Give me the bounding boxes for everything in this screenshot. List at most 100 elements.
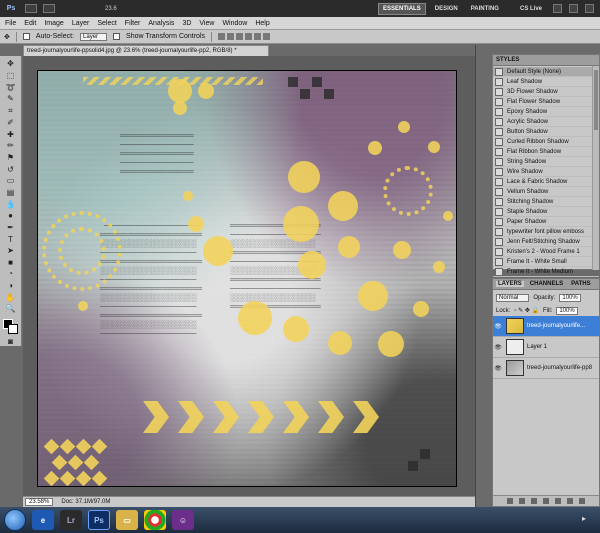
workspace-essentials[interactable]: ESSENTIALS: [378, 2, 426, 15]
internet-explorer-icon[interactable]: e: [32, 510, 54, 530]
style-item[interactable]: Acrylic Shadow: [493, 117, 599, 127]
workspace-design[interactable]: DESIGN: [431, 4, 462, 14]
pen-tool-icon[interactable]: ✒: [3, 223, 19, 233]
visibility-eye-icon[interactable]: 👁: [493, 365, 503, 372]
layer-mask-icon[interactable]: [531, 498, 537, 504]
delete-layer-icon[interactable]: [579, 498, 585, 504]
style-item[interactable]: Epoxy Shadow: [493, 107, 599, 117]
cs-live-button[interactable]: CS Live: [516, 4, 546, 14]
tab-paths[interactable]: PATHS: [569, 281, 592, 287]
path-select-tool-icon[interactable]: ➤: [3, 246, 19, 256]
yahoo-messenger-icon[interactable]: ☺: [172, 510, 194, 530]
style-item[interactable]: Jenn Felt/Stitching Shadow: [493, 237, 599, 247]
style-item[interactable]: String Shadow: [493, 157, 599, 167]
style-item[interactable]: Flat Flower Shadow: [493, 97, 599, 107]
lasso-tool-icon[interactable]: ➰: [3, 82, 19, 92]
eraser-tool-icon[interactable]: ▭: [3, 176, 19, 186]
new-group-icon[interactable]: [555, 498, 561, 504]
style-item[interactable]: Paper Shadow: [493, 217, 599, 227]
align-vcenter-icon[interactable]: [227, 33, 235, 40]
style-item[interactable]: Flat Ribbon Shadow: [493, 147, 599, 157]
auto-select-checkbox[interactable]: [22, 33, 30, 40]
style-item[interactable]: Curled Ribbon Shadow: [493, 137, 599, 147]
3d-orbit-tool-icon[interactable]: ◑: [3, 281, 19, 291]
visibility-eye-icon[interactable]: 👁: [493, 323, 503, 330]
style-item[interactable]: typewriter font pillow emboss: [493, 227, 599, 237]
start-button[interactable]: [4, 509, 26, 531]
folder-icon[interactable]: ▭: [116, 510, 138, 530]
quick-select-tool-icon[interactable]: ✎: [3, 94, 19, 104]
move-tool-icon[interactable]: ✥: [4, 33, 10, 41]
menu-file[interactable]: File: [5, 20, 16, 27]
lock-icons[interactable]: ▫ ✎ ✥ 🔒: [514, 307, 539, 314]
align-bottom-icon[interactable]: [236, 33, 244, 40]
workspace-painting[interactable]: PAINTING: [467, 4, 503, 14]
style-item[interactable]: Button Shadow: [493, 127, 599, 137]
style-item[interactable]: Leaf Shadow: [493, 77, 599, 87]
dodge-tool-icon[interactable]: ●: [3, 211, 19, 221]
chrome-icon[interactable]: [144, 510, 166, 530]
style-item[interactable]: Stitching Shadow: [493, 197, 599, 207]
menu-3d[interactable]: 3D: [182, 20, 191, 27]
photoshop-task-button[interactable]: Ps: [88, 510, 110, 530]
image-canvas[interactable]: ───────────────── ══════════════════ ░░░…: [37, 70, 457, 487]
layer-row[interactable]: 👁 treed-journalyourlife-pp8: [493, 358, 599, 379]
3d-rotate-tool-icon[interactable]: ◔: [3, 269, 19, 279]
align-top-icon[interactable]: [218, 33, 226, 40]
move-tool-icon[interactable]: ✥: [3, 59, 19, 69]
menu-image[interactable]: Image: [44, 20, 63, 27]
collapsed-panel-dock[interactable]: [475, 45, 491, 507]
hand-tool-icon[interactable]: ✋: [3, 292, 19, 302]
style-item[interactable]: Wire Shadow: [493, 167, 599, 177]
align-left-icon[interactable]: [245, 33, 253, 40]
lightroom-task-button[interactable]: Lr: [60, 510, 82, 530]
layer-row[interactable]: 👁 treed-journalyourlife...: [493, 316, 599, 337]
eyedropper-tool-icon[interactable]: ✐: [3, 118, 19, 128]
menu-filter[interactable]: Filter: [125, 20, 141, 27]
crop-tool-icon[interactable]: ⌗: [3, 106, 19, 116]
new-layer-icon[interactable]: [567, 498, 573, 504]
background-color-swatch[interactable]: [7, 323, 18, 334]
menu-view[interactable]: View: [199, 20, 214, 27]
brush-tool-icon[interactable]: ✏: [3, 141, 19, 151]
healing-tool-icon[interactable]: ✚: [3, 129, 19, 139]
layer-row[interactable]: 👁 Layer 1: [493, 337, 599, 358]
marquee-tool-icon[interactable]: ⬚: [3, 71, 19, 81]
align-right-icon[interactable]: [263, 33, 271, 40]
fill-field[interactable]: 100%: [556, 306, 578, 315]
style-item[interactable]: Frame It - White Small: [493, 257, 599, 267]
color-swatches[interactable]: [2, 318, 19, 334]
style-item[interactable]: Lace & Fabric Shadow: [493, 177, 599, 187]
styles-panel-header[interactable]: STYLES: [493, 55, 599, 66]
launch-mini-bridge-icon[interactable]: [43, 4, 55, 13]
style-item[interactable]: 3D Flower Shadow: [493, 87, 599, 97]
link-layers-icon[interactable]: [507, 498, 513, 504]
adjustment-layer-icon[interactable]: [543, 498, 549, 504]
tab-channels[interactable]: CHANNELS: [528, 281, 565, 287]
opacity-field[interactable]: 100%: [559, 293, 581, 302]
visibility-eye-icon[interactable]: 👁: [493, 344, 503, 351]
document-tab[interactable]: treed-journalyourlife-ppsolid4.jpg @ 23.…: [23, 45, 269, 56]
menu-select[interactable]: Select: [97, 20, 116, 27]
zoom-level-field[interactable]: 23.6: [105, 6, 117, 12]
scrollbar-thumb[interactable]: [594, 70, 598, 130]
maximize-icon[interactable]: [569, 4, 578, 13]
zoom-tool-icon[interactable]: 🔍: [3, 304, 19, 314]
minimize-icon[interactable]: [553, 4, 562, 13]
type-tool-icon[interactable]: T: [3, 234, 19, 244]
style-item[interactable]: Frame It - White Medium: [493, 267, 599, 277]
menu-layer[interactable]: Layer: [72, 20, 90, 27]
zoom-percentage-field[interactable]: 23.58%: [25, 498, 54, 506]
show-desktop-icon[interactable]: ▸: [582, 514, 594, 526]
gradient-tool-icon[interactable]: ▤: [3, 188, 19, 198]
layer-style-icon[interactable]: [519, 498, 525, 504]
history-brush-tool-icon[interactable]: ↺: [3, 164, 19, 174]
launch-bridge-icon[interactable]: [25, 4, 37, 13]
shape-tool-icon[interactable]: ■: [3, 258, 19, 268]
menu-analysis[interactable]: Analysis: [148, 20, 174, 27]
close-icon[interactable]: [585, 4, 594, 13]
show-transform-checkbox[interactable]: [113, 33, 121, 40]
styles-scrollbar[interactable]: [592, 66, 599, 270]
menu-help[interactable]: Help: [255, 20, 269, 27]
tab-layers[interactable]: LAYERS: [496, 281, 524, 287]
